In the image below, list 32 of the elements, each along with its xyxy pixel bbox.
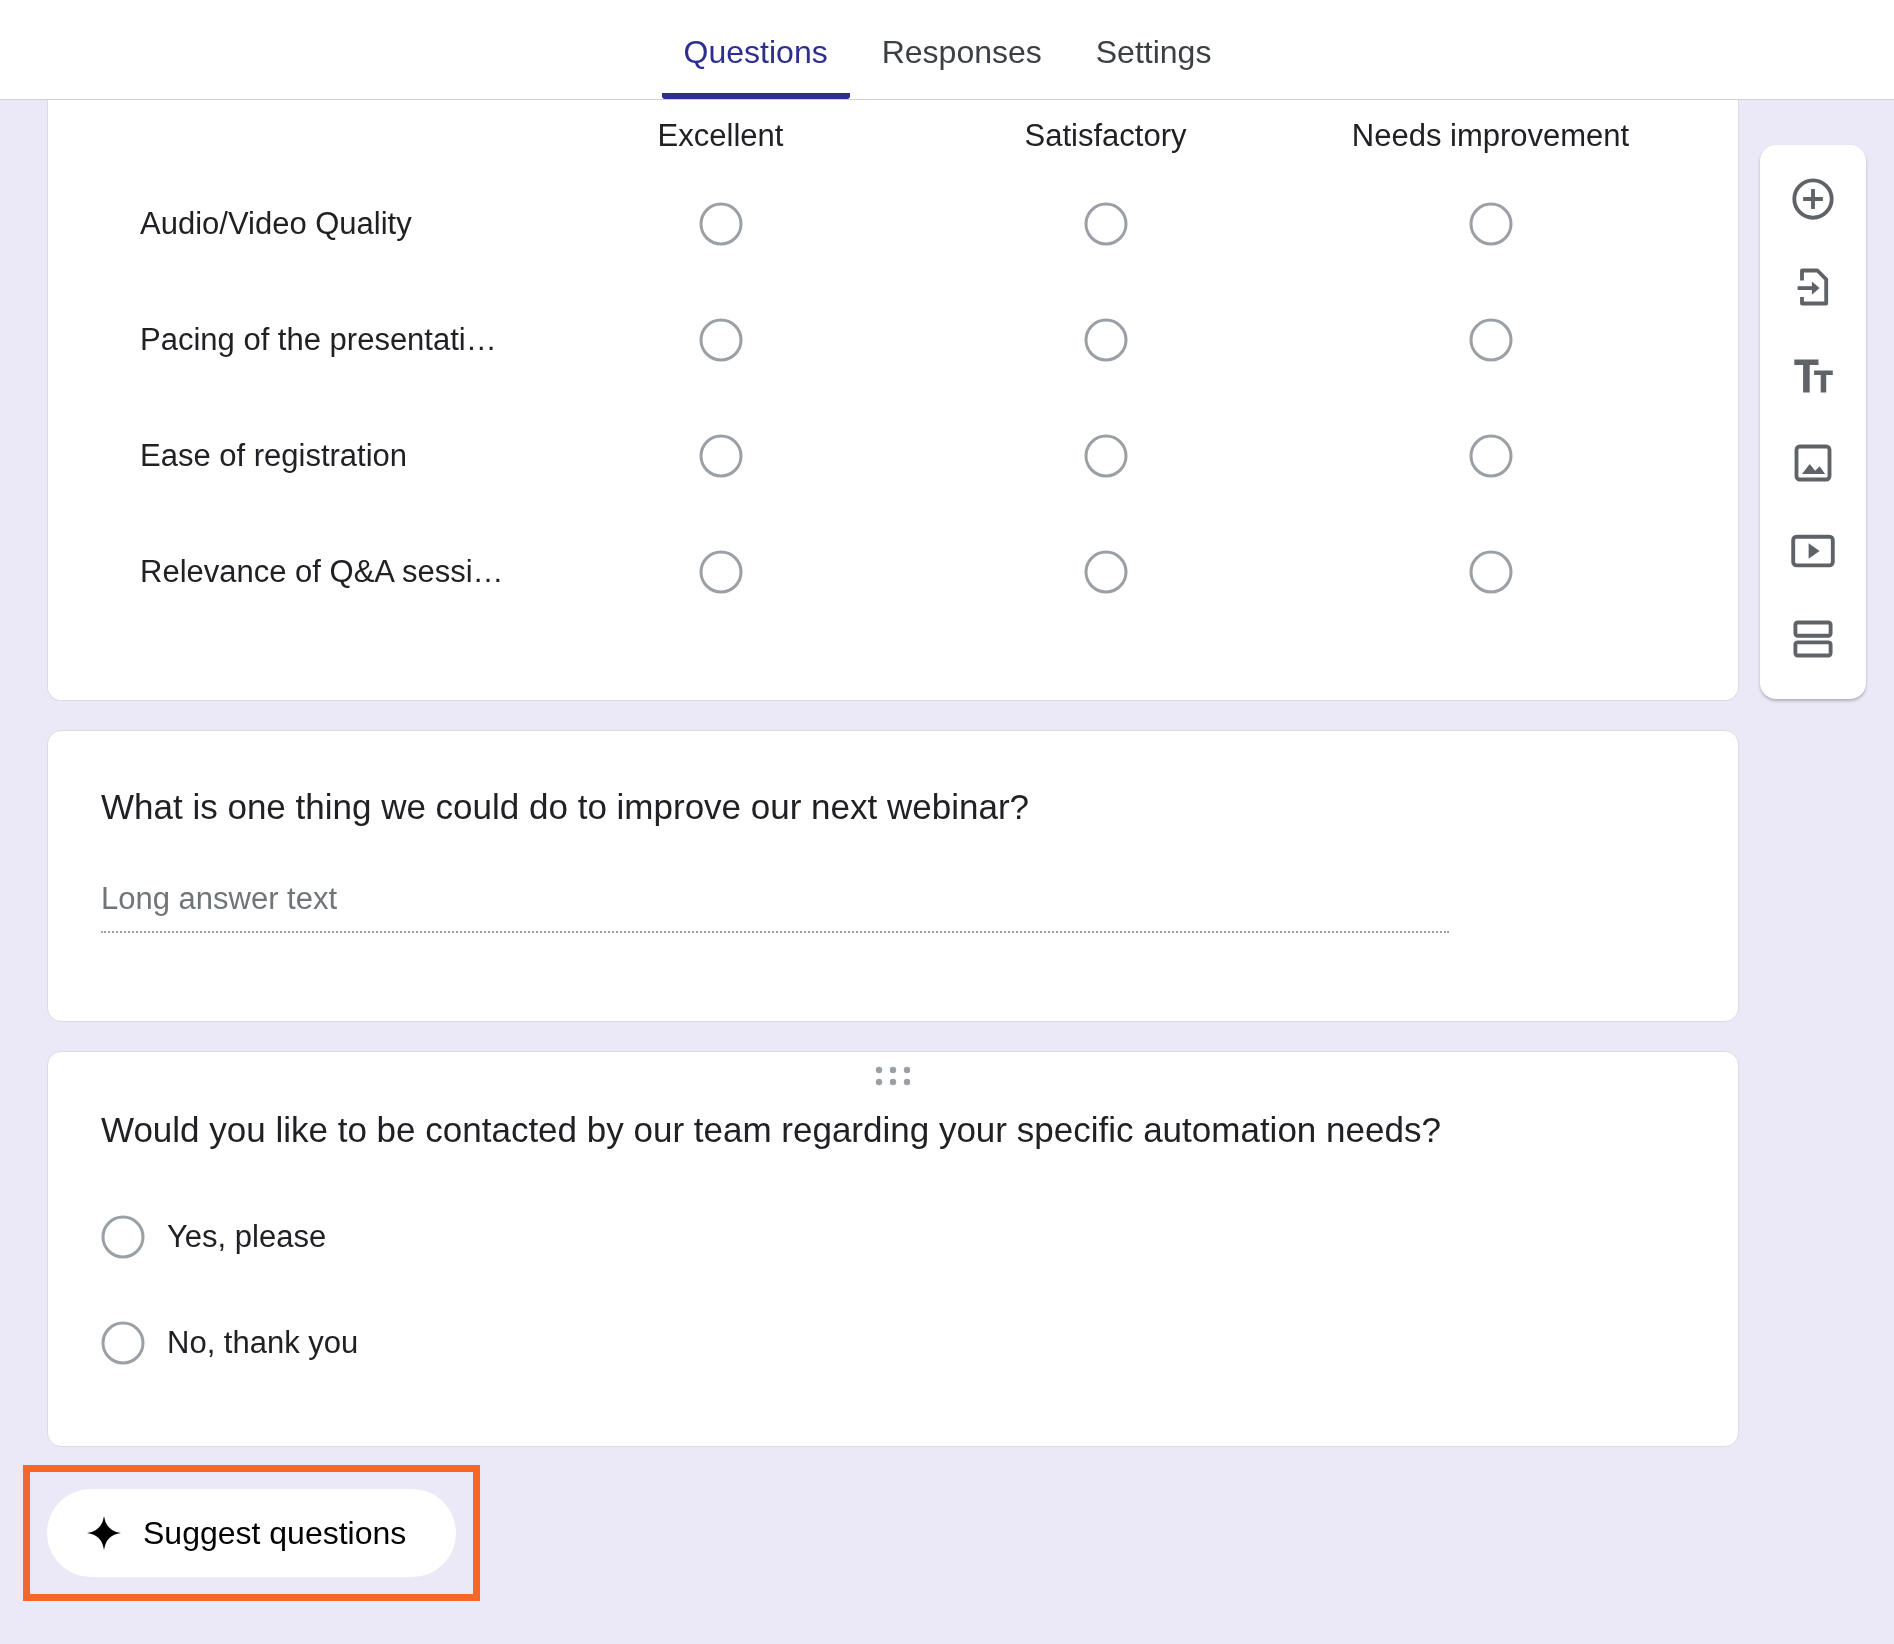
radio-button[interactable]	[1468, 434, 1513, 478]
column-header: Excellent	[656, 118, 785, 154]
radio-button[interactable]	[1083, 550, 1128, 594]
suggest-button[interactable]: Suggest questions	[47, 1489, 457, 1577]
answer-field[interactable]: Long answer text	[101, 881, 1449, 933]
radio-button[interactable]	[101, 1215, 145, 1259]
radio-button[interactable]	[101, 1321, 145, 1365]
tab[interactable]: Responses	[859, 0, 1064, 99]
radio-button[interactable]	[1083, 434, 1128, 478]
radio-button[interactable]	[698, 434, 743, 478]
tab[interactable]: Settings	[1073, 0, 1234, 99]
radio-button[interactable]	[698, 202, 743, 246]
row-label: Pacing of the presentati…	[139, 322, 498, 358]
row-label: Ease of registration	[139, 438, 409, 474]
option-label: Yes, please	[167, 1219, 327, 1255]
add-icon[interactable]	[1791, 177, 1835, 221]
option-label: No, thank you	[167, 1325, 359, 1361]
column-header: Satisfactory	[1023, 118, 1188, 154]
row-label: Relevance of Q&A sessi…	[139, 554, 505, 590]
radio-button[interactable]	[1468, 318, 1513, 362]
question-title: What is one thing we could do to improve our next webinar?	[101, 787, 1030, 827]
row-label: Audio/Video Quality	[139, 206, 413, 242]
drag-handle-icon[interactable]	[875, 1066, 911, 1086]
radio-button[interactable]	[1468, 202, 1513, 246]
radio-button[interactable]	[1083, 202, 1128, 246]
radio-button[interactable]	[698, 550, 743, 594]
radio-button[interactable]	[1083, 318, 1128, 362]
column-header: Needs improvement	[1350, 118, 1631, 154]
question-title: Would you like to be contacted by our team regarding your specific automation needs?	[101, 1110, 1442, 1150]
radio-button[interactable]	[698, 318, 743, 362]
radio-button[interactable]	[1468, 550, 1513, 594]
sparkle-icon	[87, 1516, 121, 1550]
